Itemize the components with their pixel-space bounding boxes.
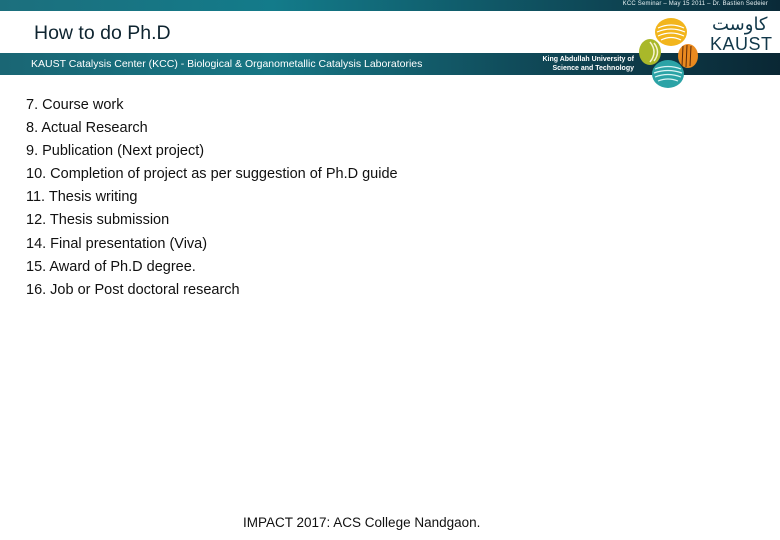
subtitle: KAUST Catalysis Center (KCC) - Biologica… (31, 58, 423, 70)
seminar-meta: KCC Seminar – May 15 2011 – Dr. Bastien … (622, 1, 768, 7)
list-item: 10. Completion of project as per suggest… (26, 166, 398, 183)
kaust-logo: كاوست KAUST (636, 14, 776, 94)
list-item: 14. Final presentation (Viva) (26, 235, 208, 252)
logo-petal-lime (639, 39, 661, 65)
list-item: 15. Award of Ph.D degree. (26, 258, 196, 275)
university-line-1: King Abdullah University of (542, 56, 634, 63)
list-item: 12. Thesis submission (26, 212, 170, 229)
slide-title: How to do Ph.D (34, 22, 171, 44)
footer-text: IMPACT 2017: ACS College Nandgaon. (243, 515, 481, 530)
logo-petal-yellow (655, 18, 687, 46)
kaust-flower-icon (639, 18, 698, 88)
list-item: 16. Job or Post doctoral research (26, 281, 240, 298)
list-item: 9. Publication (Next project) (26, 143, 205, 160)
university-line-2: Science and Technology (552, 65, 634, 72)
list-item: 8. Actual Research (26, 120, 148, 137)
university-name: King Abdullah University of Science and … (520, 55, 634, 73)
logo-petal-orange (678, 44, 698, 68)
top-bar: KCC Seminar – May 15 2011 – Dr. Bastien … (0, 0, 780, 11)
list-item: 11. Thesis writing (26, 189, 138, 206)
logo-arabic-text: كاوست (712, 14, 768, 35)
logo-petal-teal (652, 60, 684, 88)
list-item: 7. Course work (26, 97, 124, 113)
logo-wordmark: KAUST (710, 34, 773, 54)
steps-list: 7. Course work 8. Actual Research 9. Pub… (26, 94, 398, 302)
